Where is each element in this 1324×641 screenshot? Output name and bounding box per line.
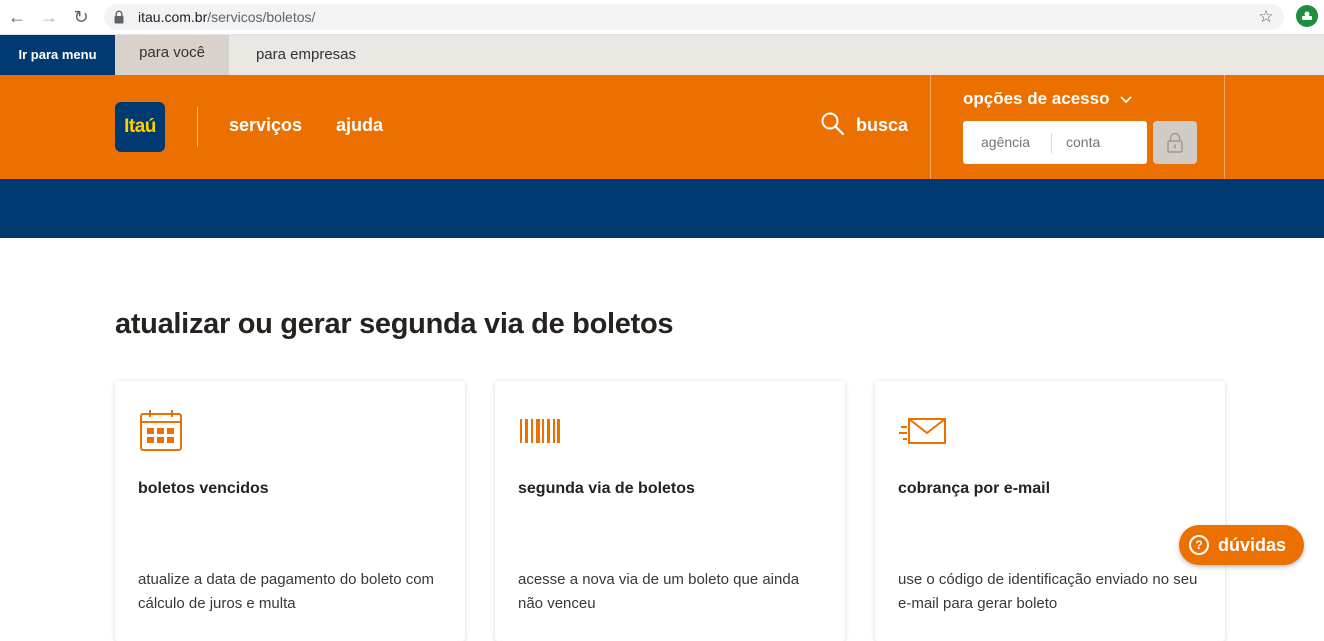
- card-description: use o código de identificação enviado no…: [898, 571, 1198, 612]
- chevron-down-icon: [1120, 96, 1132, 104]
- login-fields: [963, 121, 1147, 164]
- card-description: atualize a data de pagamento do boleto c…: [138, 571, 435, 612]
- main-header: Itaú serviços ajuda busca opções de aces…: [0, 75, 1324, 179]
- nav-servicos[interactable]: serviços: [229, 113, 302, 137]
- card-title: boletos vencidos: [138, 480, 269, 497]
- barcode-icon: [520, 419, 560, 443]
- email-icon: [899, 418, 946, 444]
- card-cobranca-email[interactable]: cobrança por e-mail use o código de iden…: [875, 381, 1225, 641]
- back-arrow-icon[interactable]: ←: [5, 5, 29, 29]
- avatar-icon: [1302, 11, 1312, 20]
- nav-ajuda[interactable]: ajuda: [336, 113, 383, 137]
- card-segunda-via[interactable]: segunda via de boletos acesse a nova via…: [495, 381, 845, 641]
- browser-toolbar: ← → ↻ itau.com.br/servicos/boletos/ ☆: [0, 0, 1324, 35]
- forward-arrow-icon[interactable]: →: [37, 5, 61, 29]
- star-icon[interactable]: ☆: [1256, 7, 1276, 27]
- question-icon: ?: [1189, 535, 1209, 555]
- url-text: itau.com.br/servicos/boletos/: [138, 9, 316, 25]
- search-icon: [821, 112, 845, 136]
- agencia-input[interactable]: [963, 121, 1051, 164]
- page-title: atualizar ou gerar segunda via de boleto…: [115, 308, 674, 340]
- address-bar[interactable]: itau.com.br/servicos/boletos/ ☆: [104, 4, 1284, 30]
- conta-input[interactable]: [1052, 121, 1147, 164]
- access-panel: opções de acesso: [930, 75, 1225, 179]
- logo-text: Itaú: [124, 116, 156, 137]
- tab-para-voce[interactable]: para você: [115, 35, 229, 75]
- help-button[interactable]: ? dúvidas: [1179, 525, 1304, 565]
- padlock-icon: [1167, 132, 1183, 153]
- lock-icon: [114, 10, 124, 24]
- access-options-dropdown[interactable]: opções de acesso: [963, 87, 1132, 111]
- card-boletos-vencidos[interactable]: boletos vencidos atualize a data de paga…: [115, 381, 465, 641]
- blue-banner: [0, 179, 1324, 238]
- help-label: dúvidas: [1218, 535, 1287, 555]
- profile-avatar[interactable]: [1296, 5, 1318, 27]
- calendar-icon: [140, 410, 182, 451]
- card-title: segunda via de boletos: [518, 480, 695, 497]
- card-title: cobrança por e-mail: [898, 480, 1051, 497]
- tab-para-empresas[interactable]: para empresas: [229, 35, 383, 75]
- reload-icon[interactable]: ↻: [69, 5, 93, 29]
- segment-tabs: Ir para menu para você para empresas: [0, 35, 1324, 75]
- skip-to-menu-link[interactable]: Ir para menu: [0, 35, 115, 75]
- itau-logo[interactable]: Itaú: [115, 102, 165, 152]
- search-label: busca: [856, 115, 909, 135]
- access-options-label: opções de acesso: [963, 89, 1110, 108]
- header-divider: [197, 107, 198, 147]
- card-description: acesse a nova via de um boleto que ainda…: [518, 571, 800, 612]
- login-button[interactable]: [1153, 121, 1197, 164]
